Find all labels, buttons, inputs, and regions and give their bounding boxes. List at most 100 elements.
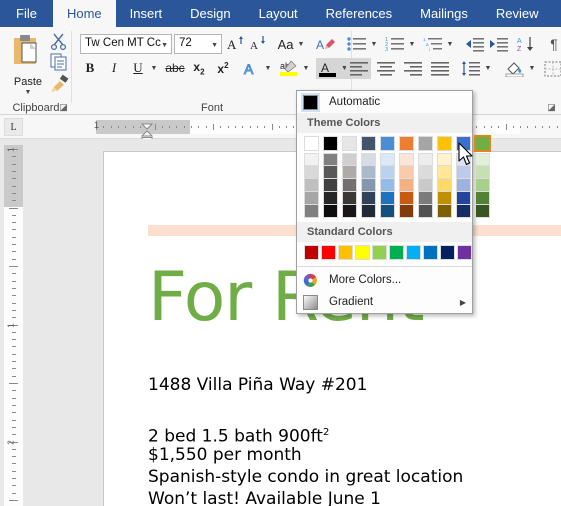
text-effects-button[interactable]: A [240, 58, 262, 78]
standard-color-swatch[interactable] [423, 245, 438, 260]
theme-color-variant-swatch[interactable] [475, 166, 490, 179]
theme-color-variant-swatch[interactable] [399, 166, 414, 179]
theme-color-variant-swatch[interactable] [361, 205, 376, 218]
cut-button[interactable] [50, 32, 72, 52]
decrease-indent-button[interactable] [464, 34, 486, 54]
standard-color-swatch[interactable] [457, 245, 472, 260]
clear-formatting-button[interactable]: A [315, 34, 337, 54]
clipboard-dialog-launcher[interactable]: ◪ [58, 102, 69, 113]
numbering-button[interactable]: 1 2 3 [384, 34, 406, 54]
paste-button[interactable]: Paste ▼ [6, 31, 50, 97]
theme-color-variant-swatch[interactable] [304, 205, 319, 218]
font-color-button[interactable]: A [316, 58, 338, 79]
theme-color-swatch[interactable] [418, 136, 433, 151]
theme-color-swatch[interactable] [342, 136, 357, 151]
show-formatting-marks-button[interactable]: ¶ [544, 34, 561, 54]
tab-home[interactable]: Home [52, 0, 116, 27]
standard-color-swatch[interactable] [406, 245, 421, 260]
theme-color-variant-swatch[interactable] [399, 153, 414, 166]
theme-color-variant-swatch[interactable] [323, 166, 338, 179]
numbering-caret[interactable]: ▼ [406, 34, 418, 54]
standard-color-swatch[interactable] [440, 245, 455, 260]
more-colors-item[interactable]: More Colors... [297, 269, 472, 291]
standard-color-swatch[interactable] [372, 245, 387, 260]
line-spacing-button[interactable] [460, 58, 482, 79]
subscript-button[interactable]: x2 [188, 58, 210, 78]
font-name-input[interactable]: Tw Cen MT Cc ▼ [80, 34, 172, 54]
standard-color-swatch[interactable] [389, 245, 404, 260]
theme-color-variant-swatch[interactable] [456, 166, 471, 179]
increase-indent-button[interactable] [488, 34, 510, 54]
theme-color-swatch[interactable] [361, 136, 376, 151]
underline-button[interactable]: U [128, 58, 148, 78]
theme-color-variant-swatch[interactable] [475, 179, 490, 192]
theme-color-variant-swatch[interactable] [342, 153, 357, 166]
align-left-button[interactable] [346, 58, 371, 79]
theme-color-variant-swatch[interactable] [342, 166, 357, 179]
theme-color-variant-swatch[interactable] [475, 205, 490, 218]
document-line-availability[interactable]: Won’t last! Available June 1 [148, 488, 381, 506]
document-line-address[interactable]: 1488 Villa Piña Way #201 [148, 374, 367, 396]
tab-insert[interactable]: Insert [116, 0, 177, 27]
tab-mailings[interactable]: Mailings [406, 0, 482, 27]
theme-color-variant-swatch[interactable] [475, 153, 490, 166]
theme-color-swatch[interactable] [437, 136, 452, 151]
theme-color-variant-swatch[interactable] [304, 192, 319, 205]
text-highlight-button[interactable]: ab [278, 58, 300, 78]
borders-button[interactable] [542, 58, 561, 79]
theme-color-variant-swatch[interactable] [418, 192, 433, 205]
theme-color-variant-swatch[interactable] [418, 179, 433, 192]
standard-color-swatch[interactable] [338, 245, 353, 260]
standard-color-swatch[interactable] [355, 245, 370, 260]
theme-color-variant-swatch[interactable] [304, 179, 319, 192]
superscript-button[interactable]: x2 [212, 58, 234, 78]
gradient-item[interactable]: Gradient ▶ [297, 291, 472, 313]
theme-color-variant-swatch[interactable] [437, 179, 452, 192]
theme-color-variant-swatch[interactable] [323, 153, 338, 166]
theme-colors-grid[interactable] [297, 133, 491, 222]
theme-color-swatch[interactable] [456, 136, 471, 151]
theme-color-swatch[interactable] [323, 136, 338, 151]
theme-color-variant-swatch[interactable] [361, 192, 376, 205]
theme-color-variant-swatch[interactable] [380, 166, 395, 179]
tab-review[interactable]: Review [482, 0, 553, 27]
theme-color-variant-swatch[interactable] [380, 179, 395, 192]
font-name-caret[interactable]: ▼ [161, 42, 168, 49]
theme-color-variant-swatch[interactable] [399, 205, 414, 218]
tab-layout[interactable]: Layout [245, 0, 312, 27]
standard-color-swatch[interactable] [304, 245, 319, 260]
grow-font-button[interactable]: A [226, 34, 246, 54]
shading-caret[interactable]: ▼ [526, 58, 538, 79]
standard-color-swatch[interactable] [321, 245, 336, 260]
theme-color-variant-swatch[interactable] [456, 153, 471, 166]
bullets-button[interactable] [346, 34, 368, 54]
theme-color-variant-swatch[interactable] [380, 153, 395, 166]
theme-color-variant-swatch[interactable] [418, 166, 433, 179]
text-effects-caret[interactable]: ▼ [262, 58, 274, 78]
theme-color-variant-swatch[interactable] [456, 192, 471, 205]
multilevel-list-caret[interactable]: ▼ [444, 34, 456, 54]
theme-color-variant-swatch[interactable] [323, 192, 338, 205]
theme-color-variant-swatch[interactable] [323, 205, 338, 218]
shrink-font-button[interactable]: A [248, 34, 268, 54]
theme-color-variant-swatch[interactable] [418, 205, 433, 218]
bold-button[interactable]: B [80, 58, 100, 78]
theme-color-variant-swatch[interactable] [418, 153, 433, 166]
multilevel-list-button[interactable]: 1 a i [422, 34, 444, 54]
theme-color-variant-swatch[interactable] [304, 153, 319, 166]
theme-color-variant-swatch[interactable] [437, 153, 452, 166]
theme-color-variant-swatch[interactable] [361, 179, 376, 192]
theme-color-variant-swatch[interactable] [437, 192, 452, 205]
vertical-ruler[interactable]: 1 1 2 [4, 145, 23, 506]
tab-references[interactable]: References [312, 0, 406, 27]
theme-color-variant-swatch[interactable] [304, 166, 319, 179]
theme-color-variant-swatch[interactable] [342, 179, 357, 192]
sort-button[interactable]: A Z [516, 34, 538, 54]
strikethrough-button[interactable]: abc [164, 58, 186, 78]
theme-color-variant-swatch[interactable] [380, 205, 395, 218]
theme-color-variant-swatch[interactable] [342, 192, 357, 205]
automatic-color-item[interactable]: Automatic [297, 91, 472, 113]
theme-color-variant-swatch[interactable] [399, 179, 414, 192]
document-line-description[interactable]: Spanish-style condo in great location [148, 466, 463, 488]
paste-dropdown-caret[interactable]: ▼ [6, 89, 50, 96]
